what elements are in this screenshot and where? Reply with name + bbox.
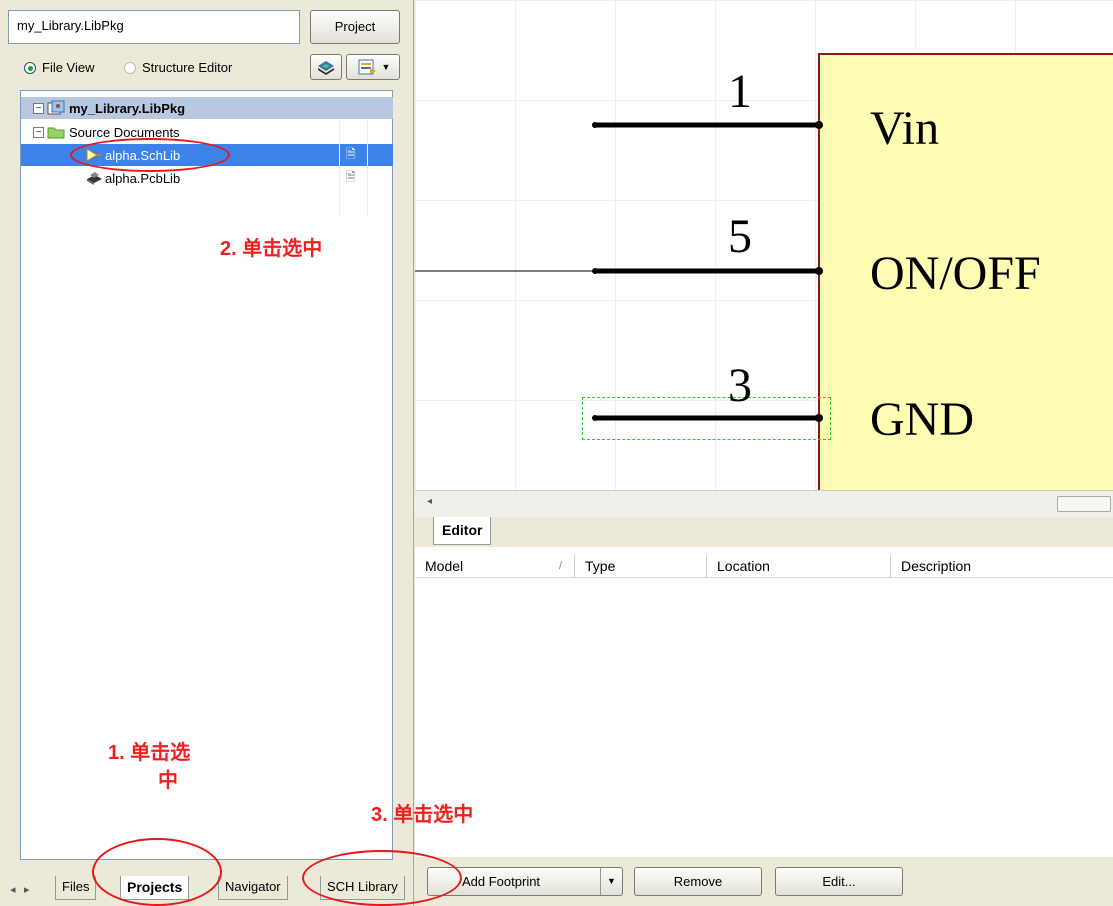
project-name-field[interactable]: my_Library.LibPkg — [8, 10, 300, 44]
tree-item-label: my_Library.LibPkg — [69, 100, 186, 116]
document-icon: 🗎 — [346, 169, 356, 184]
structure-editor-radio[interactable] — [124, 61, 136, 74]
sort-icon: / — [558, 560, 562, 572]
library-package-icon — [47, 100, 65, 115]
collapse-icon[interactable]: − — [33, 126, 44, 138]
compile-icon — [318, 61, 334, 75]
tree-item-source-documents[interactable]: − Source Documents — [21, 121, 393, 143]
pin-5-end — [592, 268, 598, 274]
pin-1-hotspot — [815, 121, 823, 129]
highlight-circle-projects — [92, 838, 222, 906]
horizontal-scrollbar[interactable]: ◂ — [415, 490, 1113, 517]
add-footprint-label: Add Footprint — [462, 874, 541, 889]
collapse-icon[interactable]: − — [33, 102, 44, 114]
pin-name: ON/OFF — [870, 247, 1041, 300]
chevron-down-icon[interactable]: ▼ — [600, 868, 622, 895]
edit-button[interactable]: Edit... — [775, 867, 903, 896]
model-editor-pane: Editor Model / Type Location Description — [415, 517, 1113, 857]
pin-number: 5 — [728, 210, 752, 263]
column-divider — [367, 121, 368, 216]
column-model[interactable]: Model / — [415, 555, 575, 578]
file-view-radio[interactable] — [24, 61, 36, 74]
tab-editor[interactable]: Editor — [433, 517, 492, 545]
file-view-option[interactable]: File View — [24, 60, 95, 75]
tab-scroll-left-icon[interactable]: ◂ — [10, 883, 16, 896]
pcb-library-icon — [87, 172, 102, 185]
pin-1-end — [592, 122, 598, 128]
compile-button[interactable] — [310, 54, 342, 80]
scroll-left-icon[interactable]: ◂ — [427, 496, 432, 507]
column-divider — [339, 121, 340, 216]
column-model-label: Model — [425, 558, 464, 574]
tree-item-label: alpha.PcbLib — [105, 170, 181, 186]
editor-button-bar: Add Footprint ▼ Remove Edit... — [415, 857, 1113, 906]
project-tree: − my_Library.LibPkg − Source Documents a… — [20, 90, 393, 860]
tree-item-pcblib[interactable]: alpha.PcbLib 🗎 — [21, 167, 393, 189]
model-table-header: Model / Type Location Description — [415, 555, 1113, 578]
scroll-thumb[interactable] — [1057, 496, 1111, 512]
selection-outline — [582, 397, 831, 440]
pin-number: 1 — [728, 65, 752, 118]
tree-item-project[interactable]: − my_Library.LibPkg — [21, 97, 393, 119]
pin-name: GND — [870, 393, 974, 446]
annotation-step-1-line1: 1. 单击选 — [108, 742, 191, 764]
column-description[interactable]: Description — [891, 555, 1113, 578]
editor-tab-strip: Editor — [415, 517, 1113, 547]
highlight-circle-sch-library — [302, 850, 462, 906]
tab-scroll-right-icon[interactable]: ▸ — [24, 883, 30, 896]
structure-editor-label: Structure Editor — [142, 60, 233, 75]
folder-icon — [47, 127, 65, 139]
pin-number: 3 — [728, 359, 752, 412]
column-location[interactable]: Location — [707, 555, 891, 578]
annotation-step-2: 2. 单击选中 — [220, 238, 323, 260]
tab-files[interactable]: Files — [55, 876, 97, 900]
pin-5-hotspot — [815, 267, 823, 275]
annotation-step-1-line2: 中 — [158, 770, 178, 792]
remove-button[interactable]: Remove — [634, 867, 762, 896]
tab-navigator[interactable]: Navigator — [218, 876, 288, 900]
pin-name: Vin — [870, 102, 940, 155]
structure-editor-option[interactable]: Structure Editor — [124, 60, 232, 75]
chevron-down-icon: ▼ — [381, 62, 391, 72]
file-view-label: File View — [42, 60, 95, 75]
column-type[interactable]: Type — [575, 555, 707, 578]
projects-panel: my_Library.LibPkg Project File View Stru… — [0, 0, 414, 906]
document-options-icon — [358, 59, 376, 75]
document-icon: 🗎 — [346, 146, 356, 161]
project-options-button[interactable]: ▼ — [346, 54, 400, 80]
highlight-circle-schlib — [70, 138, 230, 172]
project-button[interactable]: Project — [310, 10, 400, 44]
schematic-canvas[interactable]: 1 5 3 Vin ON/OFF GND — [415, 0, 1113, 490]
annotation-step-3: 3. 单击选中 — [371, 804, 474, 826]
